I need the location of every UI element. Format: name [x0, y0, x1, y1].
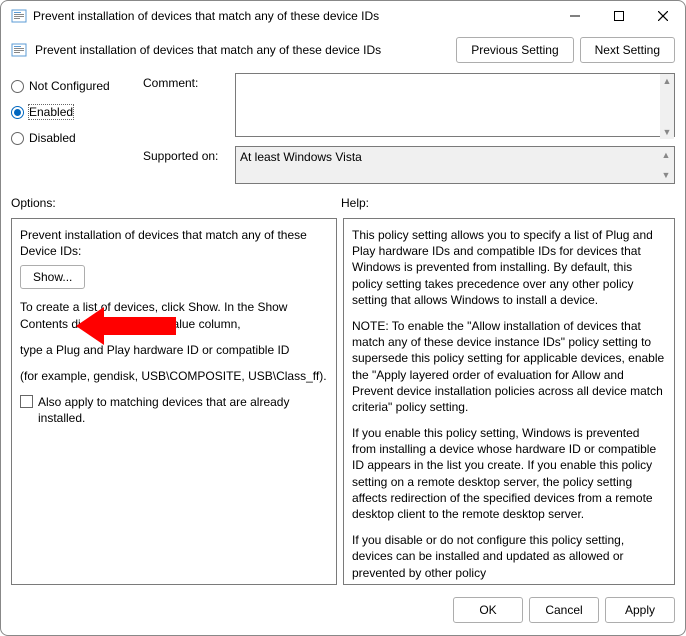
- options-title: Prevent installation of devices that mat…: [20, 227, 328, 259]
- ok-button[interactable]: OK: [453, 597, 523, 623]
- help-panel[interactable]: This policy setting allows you to specif…: [343, 218, 675, 585]
- radio-disabled[interactable]: Disabled: [11, 131, 123, 145]
- help-paragraph: NOTE: To enable the "Allow installation …: [352, 318, 666, 415]
- options-label: Options:: [11, 196, 56, 210]
- supported-on-label: Supported on:: [143, 146, 235, 184]
- window-title: Prevent installation of devices that mat…: [33, 9, 553, 23]
- show-button[interactable]: Show...: [20, 265, 85, 289]
- previous-setting-button[interactable]: Previous Setting: [456, 37, 573, 63]
- state-radios: Not Configured Enabled Disabled: [11, 73, 123, 190]
- panel-labels: Options: Help:: [1, 192, 685, 214]
- scroll-arrows: ▲ ▼: [659, 148, 673, 182]
- options-instruction: To create a list of devices, click Show.…: [20, 299, 328, 331]
- scroll-up-icon[interactable]: ▲: [660, 74, 674, 88]
- policy-icon: [11, 8, 27, 24]
- help-paragraph: This policy setting allows you to specif…: [352, 227, 666, 308]
- cancel-button[interactable]: Cancel: [529, 597, 599, 623]
- options-panel: Prevent installation of devices that mat…: [11, 218, 337, 585]
- next-setting-button[interactable]: Next Setting: [580, 37, 675, 63]
- supported-on-text: At least Windows Vista: [240, 150, 362, 164]
- checkbox-label: Also apply to matching devices that are …: [38, 394, 328, 426]
- also-apply-checkbox-row[interactable]: Also apply to matching devices that are …: [20, 394, 328, 426]
- radio-icon: [11, 106, 24, 119]
- radio-label: Not Configured: [29, 79, 110, 93]
- minimize-button[interactable]: [553, 1, 597, 31]
- scroll-up-icon[interactable]: ▲: [659, 148, 673, 162]
- options-instruction: type a Plug and Play hardware ID or comp…: [20, 342, 328, 358]
- radio-label: Disabled: [29, 131, 76, 145]
- comment-label: Comment:: [143, 73, 235, 140]
- config-section: Not Configured Enabled Disabled Comment:…: [1, 67, 685, 192]
- help-label: Help:: [341, 196, 369, 210]
- maximize-button[interactable]: [597, 1, 641, 31]
- window-controls: [553, 1, 685, 31]
- comment-textarea[interactable]: [235, 73, 675, 137]
- scroll-arrows: ▲ ▼: [660, 74, 674, 139]
- radio-not-configured[interactable]: Not Configured: [11, 79, 123, 93]
- radio-icon: [11, 132, 24, 145]
- panels: Prevent installation of devices that mat…: [1, 214, 685, 589]
- help-paragraph: If you disable or do not configure this …: [352, 532, 666, 581]
- help-paragraph: If you enable this policy setting, Windo…: [352, 425, 666, 522]
- supported-on-value: At least Windows Vista ▲ ▼: [235, 146, 675, 184]
- radio-enabled[interactable]: Enabled: [11, 105, 123, 119]
- radio-label: Enabled: [29, 105, 73, 119]
- apply-button[interactable]: Apply: [605, 597, 675, 623]
- close-button[interactable]: [641, 1, 685, 31]
- scroll-down-icon[interactable]: ▼: [660, 125, 674, 139]
- scroll-down-icon[interactable]: ▼: [659, 168, 673, 182]
- titlebar: Prevent installation of devices that mat…: [1, 1, 685, 31]
- checkbox-icon[interactable]: [20, 395, 33, 408]
- options-instruction: (for example, gendisk, USB\COMPOSITE, US…: [20, 368, 328, 384]
- policy-name: Prevent installation of devices that mat…: [35, 43, 456, 57]
- dialog-footer: OK Cancel Apply: [1, 589, 685, 635]
- policy-icon: [11, 42, 27, 58]
- policy-header: Prevent installation of devices that mat…: [1, 31, 685, 67]
- radio-icon: [11, 80, 24, 93]
- group-policy-dialog: Prevent installation of devices that mat…: [0, 0, 686, 636]
